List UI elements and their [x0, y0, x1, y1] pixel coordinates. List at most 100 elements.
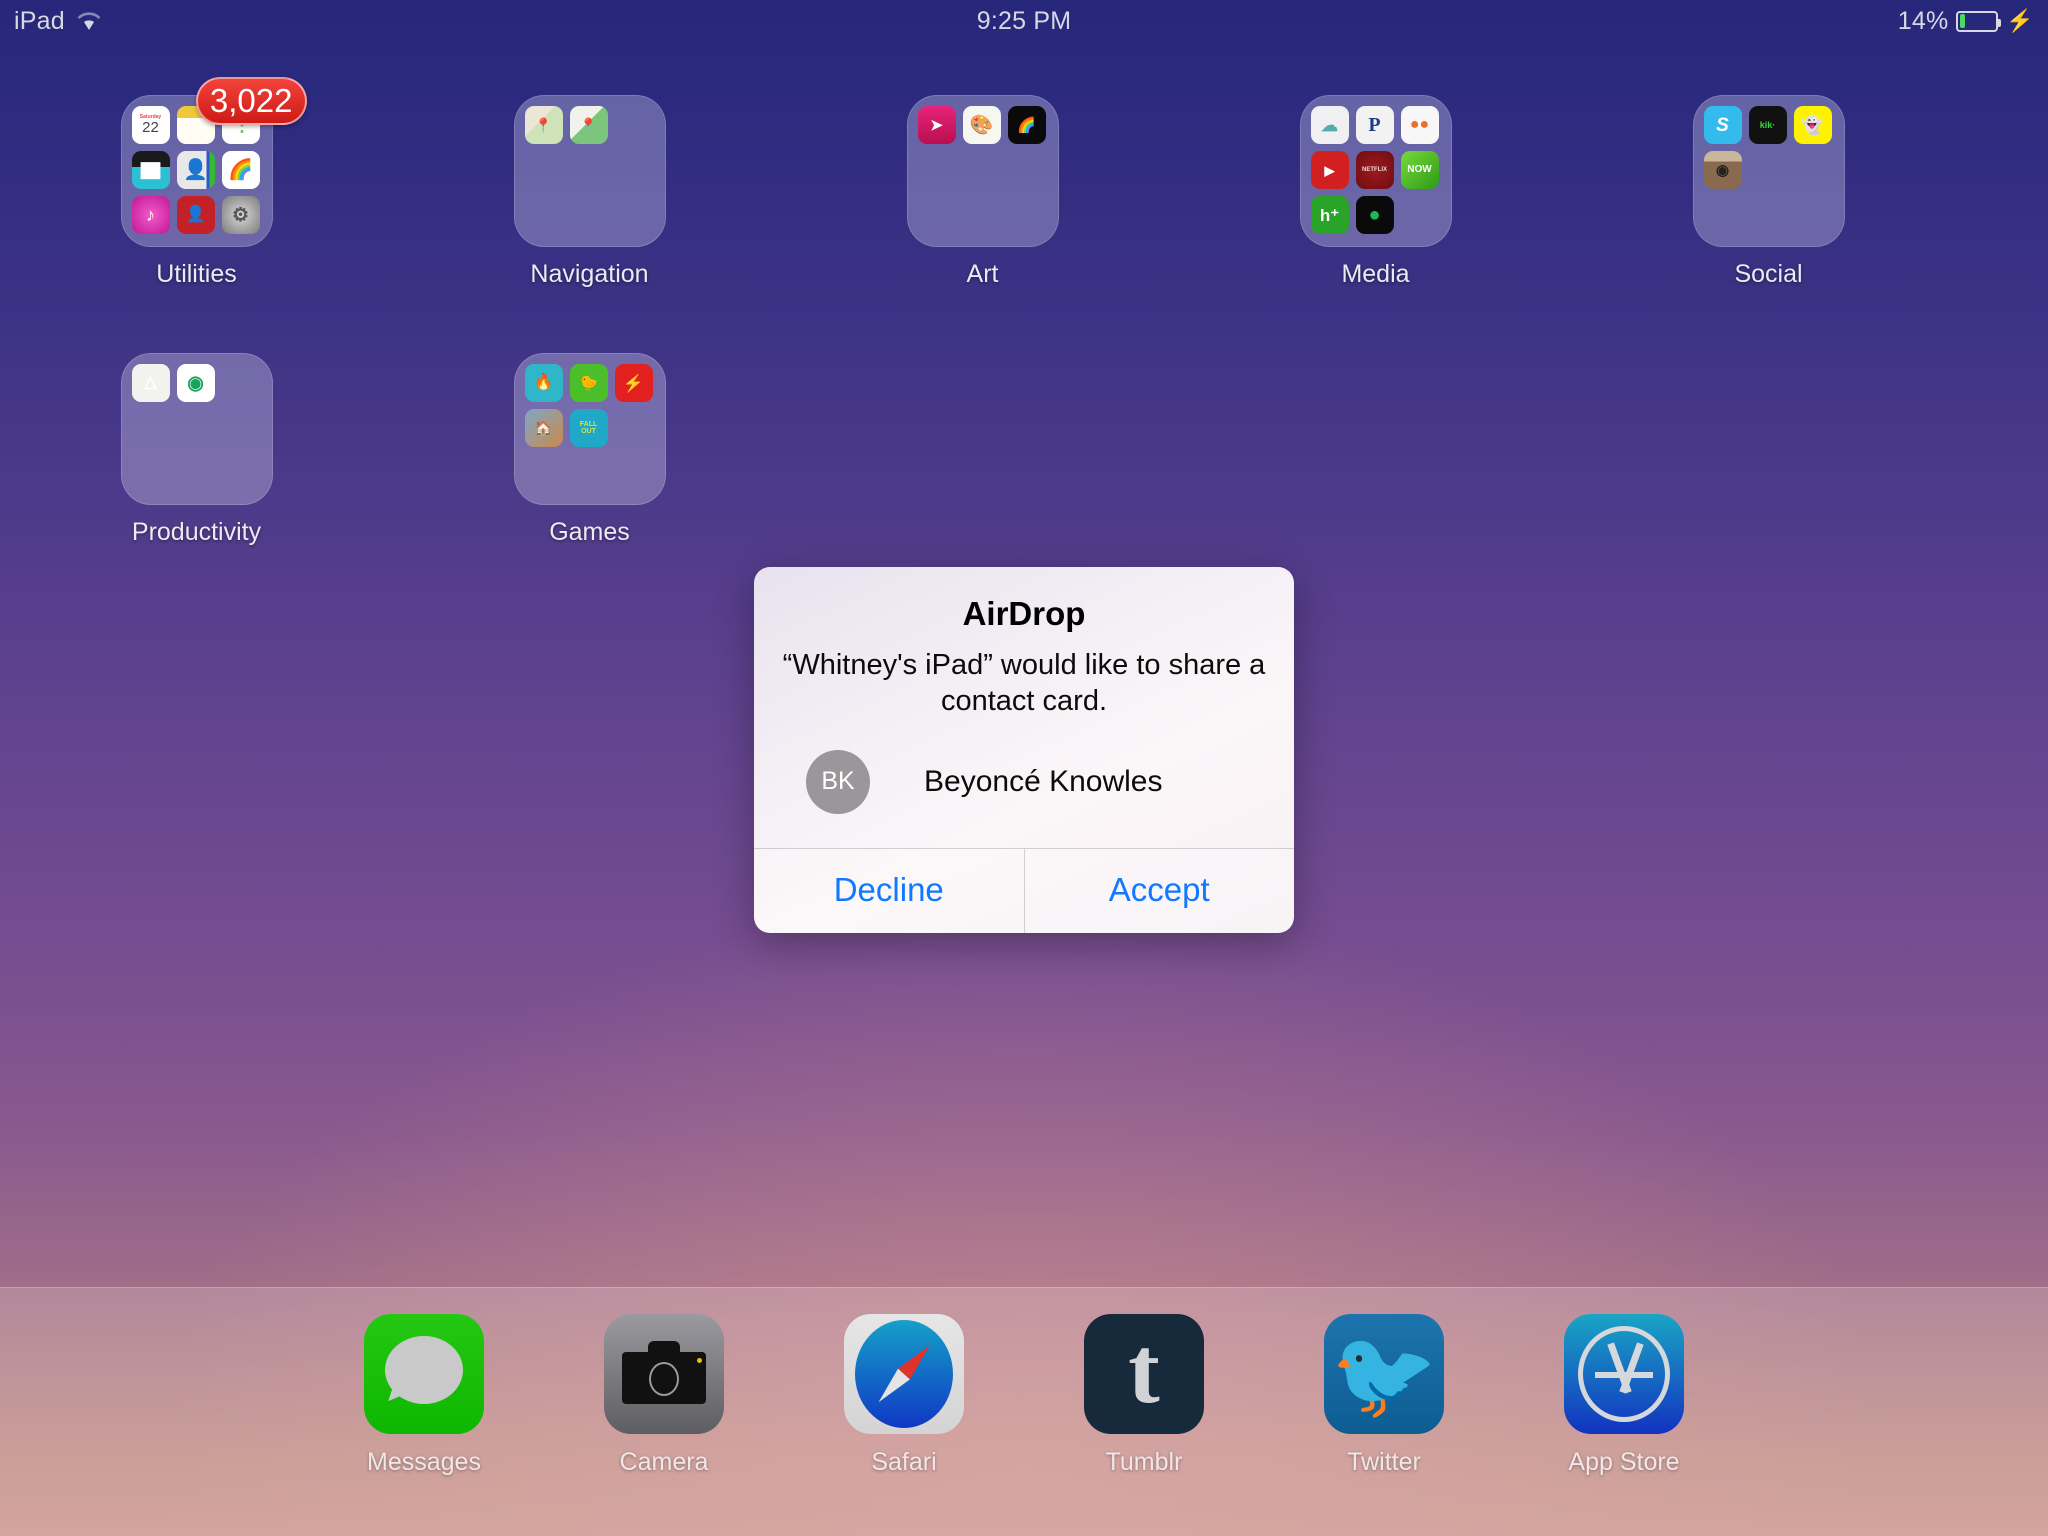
- mini-icon-empty: [918, 151, 956, 189]
- folder-label: Productivity: [131, 518, 262, 546]
- home-screen-grid: Saturday 22 ⋮ ██ 👤 🌈 ♪ 👤 ⚙ 3,022 Utilitie…: [0, 77, 2048, 547]
- mini-icon-empty: [918, 196, 956, 234]
- folder-preview-navigation[interactable]: 📍 📍: [513, 95, 666, 247]
- alert-actions: Decline Accept: [754, 847, 1294, 933]
- folder-social[interactable]: S kik· 👻 ◉ Social: [1572, 95, 1965, 289]
- mini-icon-empty: [132, 454, 170, 492]
- mini-icon-empty: [615, 196, 653, 234]
- tumblr-glyph: t: [1128, 1317, 1160, 1424]
- folder-preview-social[interactable]: S kik· 👻 ◉: [1692, 95, 1845, 247]
- twitter-bird-glyph: 🐦: [1330, 1326, 1438, 1423]
- twitter-icon[interactable]: 🐦: [1324, 1314, 1444, 1434]
- dock-item-app-store[interactable]: App Store: [1504, 1314, 1744, 1477]
- home-row-2: △ ◉ Productivity 🔥 🐤 ⚡ 🏠 FALL OUT Games: [0, 353, 2048, 547]
- mini-icon-skype: S: [1703, 106, 1742, 144]
- clock: 9:25 PM: [976, 6, 1072, 35]
- mini-icon-snapchat: 👻: [1793, 106, 1832, 144]
- mini-icon-now: NOW: [1400, 151, 1439, 189]
- alert-message: “Whitney's iPad” would like to share a c…: [782, 649, 1266, 718]
- mini-icon-empty: [132, 409, 170, 447]
- app-store-icon[interactable]: [1564, 1314, 1684, 1434]
- folder-art[interactable]: ➤ 🎨 🌈 Art: [786, 95, 1179, 289]
- mini-icon-empty: [177, 454, 215, 492]
- dock-label: Camera: [619, 1448, 709, 1476]
- mini-icon-podcasts: ☁: [1310, 106, 1349, 144]
- mini-icon-itunes: ♪: [131, 196, 170, 234]
- dock-item-twitter[interactable]: 🐦 Twitter: [1264, 1314, 1504, 1477]
- dock-label: Safari: [871, 1448, 937, 1476]
- folder-label: Games: [549, 518, 630, 546]
- mini-icon-game-adventure: 🏠: [524, 409, 563, 447]
- mini-icon-empty: [1008, 196, 1046, 234]
- mini-icon-flappy-bird: 🐤: [569, 364, 608, 402]
- mini-icon-empty: [525, 196, 563, 234]
- mini-icon-paint: 🎨: [962, 106, 1001, 144]
- mini-icon-empty: [615, 151, 653, 189]
- mini-icon-tunein: ●●: [1400, 106, 1439, 144]
- accept-button[interactable]: Accept: [1023, 848, 1294, 933]
- mini-icon-empty: [222, 454, 260, 492]
- alert-body: AirDrop “Whitney's iPad” would like to s…: [754, 567, 1294, 814]
- mini-icon-cards: 👤: [176, 196, 215, 234]
- mini-icon-empty: [177, 409, 215, 447]
- battery-percent-label: 14%: [1897, 6, 1949, 35]
- mini-icon-empty: [222, 409, 260, 447]
- dock-label: Twitter: [1347, 1448, 1421, 1476]
- messages-icon[interactable]: [364, 1314, 484, 1434]
- grid-empty-slot: x: [786, 353, 1179, 547]
- folder-label: Navigation: [530, 260, 649, 288]
- mini-icon-empty: [615, 106, 653, 144]
- avatar: BK: [806, 749, 870, 814]
- folder-preview-games[interactable]: 🔥 🐤 ⚡ 🏠 FALL OUT: [513, 353, 666, 505]
- mini-icon-empty: [1749, 151, 1787, 189]
- dock-item-tumblr[interactable]: t Tumblr: [1024, 1314, 1264, 1477]
- folder-navigation[interactable]: 📍 📍 Navigation: [393, 95, 786, 289]
- decline-button[interactable]: Decline: [754, 848, 1024, 933]
- folder-preview-media[interactable]: ☁ P ●● ▶ NETFLIX NOW h⁺ ●: [1299, 95, 1452, 247]
- dock-item-safari[interactable]: Safari: [784, 1314, 1024, 1477]
- mini-icon-empty: [615, 454, 653, 492]
- dock-item-messages[interactable]: Messages: [304, 1314, 544, 1477]
- folder-preview-utilities[interactable]: Saturday 22 ⋮ ██ 👤 🌈 ♪ 👤 ⚙ 3,022: [120, 77, 307, 247]
- status-bar: iPad 9:25 PM 14% ⚡: [0, 0, 2048, 42]
- battery-icon: [1956, 10, 2002, 32]
- mini-icon-empty: [1008, 151, 1046, 189]
- tumblr-icon[interactable]: t: [1084, 1314, 1204, 1434]
- mini-icon-fall-out: FALL OUT: [569, 409, 608, 447]
- grid-empty-slot: x: [1572, 353, 1965, 547]
- alert-title: AirDrop: [962, 595, 1086, 632]
- dock-label: App Store: [1568, 1448, 1680, 1476]
- mini-icon-instagram: ◉: [1703, 151, 1742, 189]
- mini-icon-game-flame: 🔥: [524, 364, 563, 402]
- mini-icon-empty: [525, 454, 563, 492]
- folder-games[interactable]: 🔥 🐤 ⚡ 🏠 FALL OUT Games: [393, 353, 786, 547]
- mini-icon-empty: [570, 196, 608, 234]
- folder-productivity[interactable]: △ ◉ Productivity: [0, 353, 393, 547]
- mini-icon-paper: ➤: [917, 106, 956, 144]
- dock-label: Messages: [367, 1448, 481, 1476]
- mini-icon-pandora: P: [1355, 106, 1394, 144]
- camera-icon[interactable]: [604, 1314, 724, 1434]
- mini-icon-procreate: 🌈: [1007, 106, 1046, 144]
- airdrop-alert-dialog: AirDrop “Whitney's iPad” would like to s…: [754, 567, 1294, 933]
- mini-icon-google-drive: △: [131, 364, 170, 402]
- folder-label: Social: [1734, 260, 1803, 288]
- mini-icon-calendar: Saturday 22: [131, 106, 170, 144]
- lightning-bolt-icon: ⚡: [2006, 8, 2034, 33]
- mini-icon-imovie: ██: [131, 151, 170, 189]
- folder-label: Utilities: [156, 260, 237, 288]
- mini-icon-empty: [525, 151, 563, 189]
- dock-item-camera[interactable]: Camera: [544, 1314, 784, 1477]
- folder-media[interactable]: ☁ P ●● ▶ NETFLIX NOW h⁺ ● Media: [1179, 95, 1572, 289]
- status-bar-right: 14% ⚡: [1898, 7, 2034, 36]
- mini-icon-settings: ⚙: [221, 196, 260, 234]
- folder-utilities[interactable]: Saturday 22 ⋮ ██ 👤 🌈 ♪ 👤 ⚙ 3,022 Utilitie…: [0, 77, 393, 289]
- grid-empty-slot: x: [1179, 353, 1572, 547]
- folder-preview-productivity[interactable]: △ ◉: [120, 353, 273, 505]
- contact-row: BK Beyoncé Knowles: [778, 749, 1270, 814]
- dock-label: Tumblr: [1105, 1448, 1183, 1476]
- mini-icon-youtube: ▶: [1310, 151, 1349, 189]
- safari-icon[interactable]: [844, 1314, 964, 1434]
- mini-icon-empty: [1794, 196, 1832, 234]
- folder-preview-art[interactable]: ➤ 🎨 🌈: [906, 95, 1059, 247]
